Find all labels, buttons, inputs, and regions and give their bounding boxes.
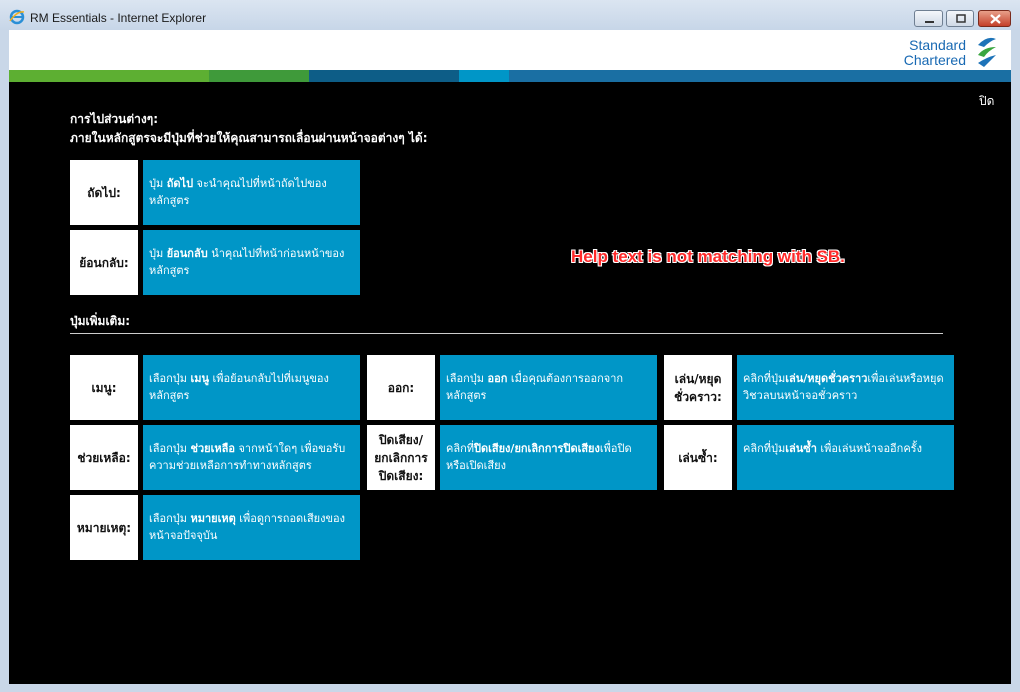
navigation-heading: การไปส่วนต่างๆ: — [70, 112, 159, 126]
navigation-subheading: ภายในหลักสูตรจะมีปุ่มที่ช่วยให้คุณสามารถ… — [70, 131, 428, 145]
window-frame-bottom — [0, 684, 1020, 692]
play-pause-description: คลิกที่ปุ่มเล่น/หยุดชั่วคราวเพื่อเล่นหรื… — [737, 355, 954, 420]
brand-stripe-5 — [509, 70, 1011, 82]
standard-chartered-logo: Standard Chartered — [902, 32, 1002, 70]
menu-label: เมนู: — [70, 355, 138, 420]
window-frame-right — [1011, 30, 1020, 692]
window-title: RM Essentials - Internet Explorer — [30, 11, 207, 25]
ie-logo-icon — [9, 9, 25, 25]
exit-description: เลือกปุ่ม ออก เมื่อคุณต้องการออกจากหลักส… — [440, 355, 657, 420]
minimize-icon — [925, 21, 934, 23]
menu-description: เลือกปุ่ม เมนู เพื่อย้อนกลับไปที่เมนูของ… — [143, 355, 360, 420]
replay-label: เล่นซ้ำ: — [664, 425, 732, 490]
close-link[interactable]: ปิด — [979, 92, 994, 111]
close-icon — [990, 14, 1001, 24]
exit-label: ออก: — [367, 355, 435, 420]
window-close-button[interactable] — [978, 10, 1011, 27]
play-pause-label: เล่น/หยุดชั่วคราว: — [664, 355, 732, 420]
review-annotation: Help text is not matching with SB. — [571, 247, 845, 266]
back-label: ย้อนกลับ: — [70, 230, 138, 295]
minimize-button[interactable] — [914, 10, 943, 27]
help-content-panel: ปิด การไปส่วนต่างๆ: ภายในหลักสูตรจะมีปุ่… — [9, 82, 1011, 684]
brand-stripe-1 — [9, 70, 209, 82]
next-description: ปุ่ม ถัดไป จะนำคุณไปที่หน้าถัดไปของหลักส… — [143, 160, 360, 225]
section-divider — [70, 333, 943, 334]
back-description: ปุ่ม ย้อนกลับ นำคุณไปที่หน้าก่อนหน้าของห… — [143, 230, 360, 295]
notes-description: เลือกปุ่ม หมายเหตุ เพื่อดูการถอดเสียงของ… — [143, 495, 360, 560]
logo-text-line2: Chartered — [903, 52, 966, 68]
mute-label: ปิดเสียง/ยกเลิกการปิดเสียง: — [367, 425, 435, 490]
extra-buttons-heading: ปุ่มเพิ่มเติม: — [70, 314, 131, 328]
maximize-icon — [956, 14, 966, 23]
mute-description: คลิกที่ปิดเสียง/ยกเลิกการปิดเสียงเพื่อปิ… — [440, 425, 657, 490]
page-header: Standard Chartered — [9, 30, 1011, 70]
help-description: เลือกปุ่ม ช่วยเหลือ จากหน้าใดๆ เพื่อขอรั… — [143, 425, 360, 490]
logo-text-line1: Standard — [909, 37, 966, 53]
brand-stripe-2 — [209, 70, 309, 82]
window-titlebar: RM Essentials - Internet Explorer — [0, 0, 1020, 30]
brand-stripe-3 — [309, 70, 459, 82]
notes-label: หมายเหตุ: — [70, 495, 138, 560]
next-label: ถัดไป: — [70, 160, 138, 225]
help-label: ช่วยเหลือ: — [70, 425, 138, 490]
standard-chartered-mark-icon — [978, 37, 996, 67]
replay-description: คลิกที่ปุ่มเล่นซ้ำ เพื่อเล่นหน้าจออีกครั… — [737, 425, 954, 490]
maximize-button[interactable] — [946, 10, 974, 27]
brand-stripe-4 — [459, 70, 509, 82]
window-frame-left — [0, 30, 9, 692]
